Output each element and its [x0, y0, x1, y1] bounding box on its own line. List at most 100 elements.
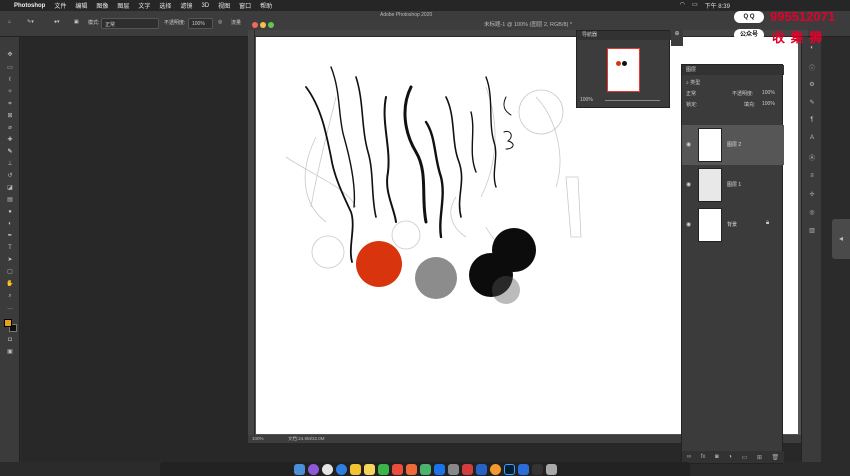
link-layers-icon[interactable]: ∞	[687, 454, 691, 460]
menu-layer[interactable]: 图层	[117, 1, 129, 10]
horizontal-ruler[interactable]	[255, 30, 808, 37]
more-tools-icon[interactable]: …	[6, 305, 14, 311]
launchpad-icon[interactable]	[321, 463, 333, 475]
dodge-icon[interactable]: ◐	[6, 221, 14, 227]
battery-icon[interactable]: ▭	[692, 1, 698, 10]
menu-help[interactable]: 帮助	[260, 1, 272, 10]
navigator-zoom[interactable]: 100%	[580, 97, 593, 103]
info-panel-icon[interactable]: ⓘ	[808, 63, 816, 72]
pressure-opacity-icon[interactable]: ◎	[218, 19, 222, 25]
mode-select[interactable]: 正常	[101, 18, 159, 29]
menu-view[interactable]: 视图	[218, 1, 230, 10]
paths-panel-icon[interactable]: ✢	[808, 191, 816, 198]
brush-settings-icon[interactable]: ✎	[808, 99, 816, 106]
blur-icon[interactable]: ●	[6, 209, 14, 215]
gradient-icon[interactable]: ▤	[6, 197, 14, 203]
layer-row[interactable]: ◉ 图层 1	[682, 165, 784, 205]
libraries-panel-icon[interactable]: ▥	[808, 227, 816, 234]
layer-name[interactable]: 图层 1	[727, 181, 741, 188]
brush-size-icon[interactable]: ●▾	[54, 19, 60, 25]
adjustment-icon[interactable]: ◑	[728, 454, 732, 460]
eyedropper-icon[interactable]: ⌀	[6, 125, 14, 131]
app-store-icon[interactable]	[433, 463, 445, 475]
new-layer-icon[interactable]: ⊞	[757, 454, 762, 461]
menu-edit[interactable]: 编辑	[75, 1, 87, 10]
system-preferences-icon[interactable]	[447, 463, 459, 475]
character-panel-icon[interactable]: A	[808, 135, 816, 141]
eye-icon[interactable]: ◉	[686, 181, 691, 188]
magic-wand-icon[interactable]: ✧	[6, 89, 14, 95]
status-doc-info[interactable]: 文档:24.9M/32.0M	[288, 435, 325, 443]
group-icon[interactable]: ▭	[742, 454, 748, 461]
close-window-icon[interactable]	[252, 22, 258, 28]
adjustments-panel-icon[interactable]: ≡	[808, 173, 816, 179]
side-expand-icon[interactable]: ◂	[832, 219, 850, 259]
screen-mode-icon[interactable]: ▣	[6, 349, 14, 355]
music-icon[interactable]	[461, 463, 473, 475]
home-icon[interactable]: ⌂	[8, 19, 11, 25]
paragraph-panel-icon[interactable]: ¶	[808, 117, 816, 123]
eye-icon[interactable]: ◉	[686, 221, 691, 228]
app-menu[interactable]: Photoshop	[14, 3, 45, 9]
history-brush-icon[interactable]: ↺	[6, 173, 14, 179]
menu-select[interactable]: 选择	[159, 1, 171, 10]
menu-filter[interactable]: 滤镜	[180, 1, 192, 10]
vertical-ruler[interactable]	[248, 30, 255, 435]
minimize-window-icon[interactable]	[260, 22, 266, 28]
layer-row[interactable]: ◉ 图层 2	[682, 125, 784, 165]
quick-mask-icon[interactable]: ◘	[6, 337, 14, 343]
crop-icon[interactable]: ⌗	[6, 101, 14, 107]
blend-mode-select[interactable]: 正常	[686, 90, 696, 97]
foreground-color-swatch[interactable]	[4, 319, 12, 327]
clock[interactable]: 下午 8:39	[705, 1, 730, 10]
notes-icon[interactable]	[349, 463, 361, 475]
move-icon[interactable]: ✥	[6, 52, 14, 58]
glyphs-panel-icon[interactable]: Ⓐ	[808, 153, 816, 162]
brush-panel-icon[interactable]: ▣	[74, 19, 79, 25]
siri-icon[interactable]	[307, 463, 319, 475]
zoom-icon[interactable]: ⌕	[6, 293, 14, 299]
layer-name[interactable]: 图层 2	[727, 141, 741, 148]
opacity-input[interactable]: 100%	[188, 18, 213, 29]
path-select-icon[interactable]: ➤	[6, 257, 14, 263]
wps-icon[interactable]	[517, 463, 529, 475]
pen-icon[interactable]: ✒	[6, 233, 14, 239]
navigator-icon-strip[interactable]: ⊕	[671, 30, 683, 46]
zoom-window-icon[interactable]	[268, 22, 274, 28]
trash-icon[interactable]: 🗑︎	[771, 454, 779, 461]
pages-icon[interactable]	[405, 463, 417, 475]
menu-window[interactable]: 窗口	[239, 1, 251, 10]
trash-dock-icon[interactable]	[545, 463, 557, 475]
wifi-icon[interactable]: ◠	[680, 1, 685, 10]
qq-icon[interactable]	[475, 463, 487, 475]
layer-name[interactable]: 背景	[727, 221, 737, 228]
mask-icon[interactable]: ◙	[715, 454, 719, 460]
eraser-icon[interactable]: ◪	[6, 185, 14, 191]
finder-icon[interactable]	[293, 463, 305, 475]
numbers-icon[interactable]	[419, 463, 431, 475]
navigator-thumbnail[interactable]	[607, 48, 640, 92]
eye-icon[interactable]: ◉	[686, 141, 691, 148]
photoshop-icon[interactable]	[503, 463, 515, 475]
fill-input[interactable]: 100%	[762, 101, 775, 107]
type-icon[interactable]: T	[6, 245, 14, 251]
hand-icon[interactable]: ✋	[6, 281, 14, 287]
layer-opacity-input[interactable]: 100%	[762, 90, 775, 96]
layers-tab[interactable]: 图层	[682, 65, 784, 75]
layer-row[interactable]: ◉ 背景 🔒︎	[682, 205, 784, 245]
menu-file[interactable]: 文件	[54, 1, 66, 10]
stickies-icon[interactable]	[363, 463, 375, 475]
messages-icon[interactable]	[377, 463, 389, 475]
menu-image[interactable]: 图像	[96, 1, 108, 10]
firefox-icon[interactable]	[489, 463, 501, 475]
document-tab[interactable]: 未标题-1 @ 100% (图层 2, RGB/8) *	[248, 20, 808, 30]
navigator-tab[interactable]: 导航器	[577, 31, 671, 40]
lasso-icon[interactable]: ℓ	[6, 77, 14, 83]
status-zoom[interactable]: 100%	[252, 435, 264, 443]
menu-type[interactable]: 文字	[138, 1, 150, 10]
navigator-zoom-slider[interactable]	[605, 100, 660, 101]
healing-icon[interactable]: ✚	[6, 137, 14, 143]
channels-panel-icon[interactable]: ◎	[808, 209, 816, 216]
safari-icon[interactable]	[335, 463, 347, 475]
properties-panel-icon[interactable]: ⚙	[808, 81, 816, 88]
